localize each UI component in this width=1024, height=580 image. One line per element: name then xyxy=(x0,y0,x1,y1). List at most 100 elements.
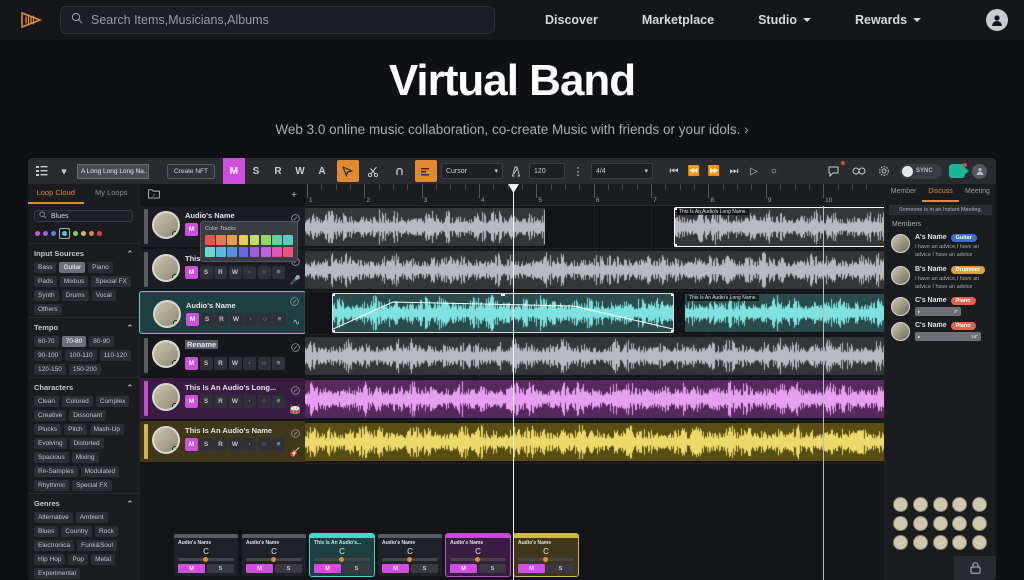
pan-slider-knob[interactable] xyxy=(271,556,277,562)
color-filter-dot-selected[interactable] xyxy=(59,228,70,239)
time-signature-select[interactable]: 4/4 ▾ xyxy=(590,163,653,179)
pen-icon[interactable] xyxy=(291,382,301,395)
track-color-stripe[interactable] xyxy=(144,209,148,244)
track-button-w[interactable]: W xyxy=(229,313,243,326)
tab-my-loops[interactable]: My Loops xyxy=(84,184,140,204)
audio-clip[interactable]: This Is An Audio's Long Name. xyxy=(674,207,884,247)
pan-slider[interactable] xyxy=(178,556,234,562)
chip-pop[interactable]: Pop xyxy=(68,554,89,565)
chip-alternative[interactable]: Alternative xyxy=(34,512,73,523)
member-list-item[interactable]: C's Name Piano ▸ 16" xyxy=(885,319,996,344)
chip-tempo-90-100[interactable]: 90-100 xyxy=(34,350,63,361)
track-button-w[interactable]: W xyxy=(228,438,242,451)
strip-key-value[interactable]: C xyxy=(382,547,438,556)
chip-dissonant[interactable]: Dissonant xyxy=(69,410,107,421)
timeline-lanes[interactable]: This Is An Audio's Long Name. This Is An … xyxy=(305,206,884,580)
tab-loop-cloud[interactable]: Loop Cloud xyxy=(28,184,84,204)
track-header-row[interactable]: Rename MSRW ∙ ○ ≡ xyxy=(140,335,305,376)
mode-button-w[interactable]: W xyxy=(289,158,311,184)
cursor-arrow-icon[interactable] xyxy=(336,160,359,182)
track-button-m[interactable]: M xyxy=(185,395,198,408)
audio-clip[interactable] xyxy=(305,337,884,375)
participant-avatar[interactable] xyxy=(952,497,968,512)
track-button-s[interactable]: S xyxy=(199,357,213,370)
track-button-s[interactable]: S xyxy=(199,395,213,408)
audio-clip[interactable] xyxy=(305,380,884,418)
strip-key-value[interactable]: C xyxy=(518,547,574,556)
strip-mute-button[interactable]: M xyxy=(382,564,409,573)
strip-mute-button[interactable]: M xyxy=(246,564,273,573)
timeline-lane[interactable] xyxy=(305,421,884,464)
pan-slider-knob[interactable] xyxy=(339,556,345,562)
participant-avatar[interactable] xyxy=(972,516,988,531)
member-list-item[interactable]: C's Name Piano ▸ 4" xyxy=(885,294,996,319)
avatar[interactable] xyxy=(152,254,180,282)
loop-search-input[interactable]: Blues xyxy=(34,210,133,222)
color-tracks-popup[interactable]: Color Tracks xyxy=(200,221,298,262)
track-button-m[interactable]: M xyxy=(185,357,198,370)
color-filter-dot[interactable] xyxy=(89,231,94,236)
fast-forward-icon[interactable]: ⏩ xyxy=(705,162,723,180)
track-button-w[interactable]: W xyxy=(228,357,242,370)
pen-icon[interactable] xyxy=(290,297,300,307)
audio-clip[interactable] xyxy=(305,208,545,246)
headphone-icon[interactable]: ∙ xyxy=(243,395,256,408)
color-swatch[interactable] xyxy=(283,246,293,257)
chip-mixbus[interactable]: Mixbus xyxy=(59,276,89,287)
track-button-r[interactable]: R xyxy=(214,395,227,408)
chevron-down-icon[interactable]: ▾ xyxy=(55,162,73,180)
clip-handle[interactable] xyxy=(675,208,677,210)
circle-icon[interactable]: ○ xyxy=(257,395,271,408)
color-swatch[interactable] xyxy=(205,246,215,257)
fader-icon[interactable]: ≡ xyxy=(272,266,285,279)
participant-avatar[interactable] xyxy=(912,535,928,550)
track-button-r[interactable]: R xyxy=(214,357,227,370)
clip-handle[interactable] xyxy=(333,294,335,296)
wave-play-logo-icon[interactable] xyxy=(16,5,46,35)
chip-country[interactable]: Country xyxy=(61,526,93,537)
chip-blues[interactable]: Blues xyxy=(34,526,59,537)
skip-to-end-icon[interactable]: ⏭ xyxy=(725,162,743,180)
color-filter-dot[interactable] xyxy=(35,231,40,236)
chip-vocal[interactable]: Vocal xyxy=(91,290,116,301)
mixer-channel-strip[interactable]: This Is An Audio's... C M S xyxy=(309,533,375,577)
sync-toggle[interactable]: SYNC xyxy=(900,163,942,179)
participant-avatar[interactable] xyxy=(893,535,908,550)
voice-message[interactable]: ▸ 4" xyxy=(915,307,961,316)
guitar-icon[interactable]: 🎸 xyxy=(290,447,301,458)
chip-rhythmic[interactable]: Rhythmic xyxy=(34,480,70,491)
magnet-icon[interactable] xyxy=(389,160,411,182)
voice-message[interactable]: ▸ 16" xyxy=(915,332,981,341)
color-swatch[interactable] xyxy=(216,235,226,245)
plus-icon[interactable]: + xyxy=(291,190,297,201)
mic-stand-icon[interactable]: 🎤 xyxy=(290,275,301,286)
chat-bubble-icon[interactable] xyxy=(825,161,845,180)
color-swatch[interactable] xyxy=(238,246,249,257)
track-name[interactable]: Audio's Name xyxy=(185,211,301,220)
chip-hip-hop[interactable]: Hip Hop xyxy=(34,554,66,565)
timeline-area[interactable]: 1 2 3 4 5 6 7 8 9 10 This Is An Audio's Long Name… xyxy=(305,184,884,580)
track-name[interactable]: Audio's Name xyxy=(186,301,300,310)
pen-icon[interactable] xyxy=(291,425,301,438)
chip-mixing[interactable]: Mixing xyxy=(71,452,99,463)
pan-slider-knob[interactable] xyxy=(203,556,209,562)
strip-mute-button[interactable]: M xyxy=(314,564,341,573)
strip-solo-button[interactable]: S xyxy=(411,564,438,573)
track-button-r[interactable]: R xyxy=(214,266,227,279)
chip-electronica[interactable]: Electronica xyxy=(34,540,75,551)
chip-complex[interactable]: Complex xyxy=(95,396,130,407)
color-swatch[interactable] xyxy=(249,235,260,245)
chip-evolving[interactable]: Evolving xyxy=(34,438,67,449)
strip-key-value[interactable]: C xyxy=(450,547,506,556)
clip-handle[interactable] xyxy=(671,294,673,296)
participant-avatar[interactable] xyxy=(912,516,928,531)
track-header-row[interactable]: This Is An Audio's Long... MSRW ∙ ○ ≡ 🥁 xyxy=(140,378,305,419)
color-filter-dot[interactable] xyxy=(73,231,78,236)
track-color-stripe[interactable] xyxy=(144,252,148,287)
infinity-loop-icon[interactable] xyxy=(850,162,868,180)
color-swatch[interactable] xyxy=(238,235,249,245)
fade-envelope[interactable] xyxy=(333,294,673,332)
participant-avatar[interactable] xyxy=(893,497,908,512)
track-button-m[interactable]: M xyxy=(185,438,198,451)
chip-piano[interactable]: Piano xyxy=(88,262,113,273)
